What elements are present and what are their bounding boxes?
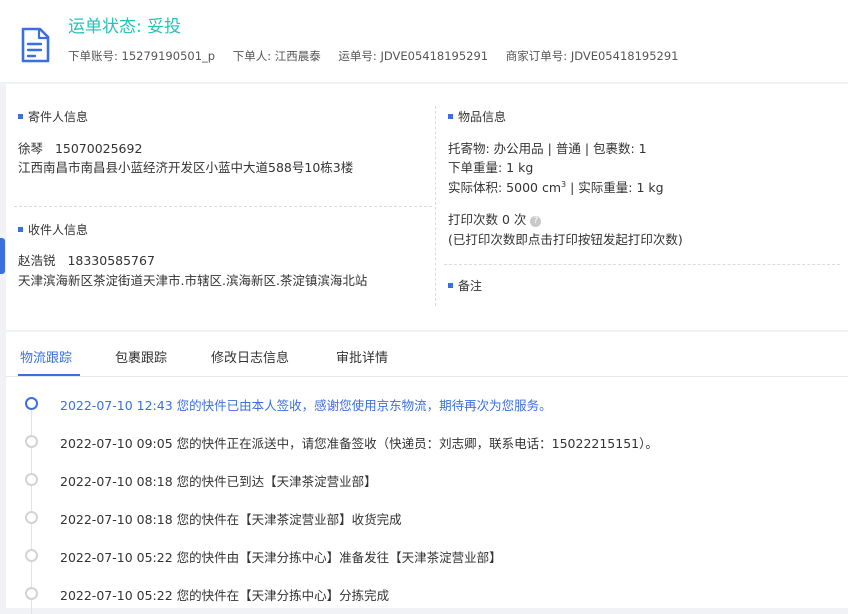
- timeline-dot: [25, 397, 38, 410]
- receiver-address: 天津滨海新区茶淀街道天津市.市辖区.滨海新区.茶淀镇滨海北站: [18, 273, 368, 288]
- tab-package-tracking[interactable]: 包裹跟踪: [115, 347, 167, 366]
- sender-phone: 15070025692: [54, 141, 143, 156]
- goods-item-line: 托寄物: 办公用品 | 普通 | 包裹数: 1: [448, 141, 647, 156]
- info-panel: 寄件人信息 徐琴 15070025692 江西南昌市南昌县小蓝经济开发区小蓝中大…: [6, 84, 848, 330]
- goods-section-title: 物品信息: [448, 108, 506, 125]
- sender-address: 江西南昌市南昌县小蓝经济开发区小蓝中大道588号10栋3楼: [18, 160, 354, 175]
- side-collapse-handle[interactable]: [0, 238, 5, 274]
- orderer-label: 下单人:: [232, 49, 272, 63]
- merchant-order-value: JDVE05418195291: [570, 49, 679, 63]
- print-note: (已打印次数即点击打印按钮发起打印次数): [448, 232, 683, 247]
- divider: [435, 106, 436, 306]
- waybill-meta: 下单账号: 15279190501_p 下单人: 江西晨泰 运单号: JDVE0…: [68, 48, 692, 64]
- tab-approval-details[interactable]: 审批详情: [336, 347, 388, 366]
- timeline-dot: [25, 435, 38, 448]
- receiver-name: 赵浩锐: [18, 253, 56, 268]
- print-count: 打印次数 0 次?: [448, 209, 542, 228]
- help-icon[interactable]: ?: [530, 216, 542, 227]
- receiver-phone: 18330585767: [67, 253, 155, 268]
- timeline-item: 2022-07-10 08:18 您的快件在【天津茶淀营业部】收货完成: [60, 512, 402, 527]
- tab-logistics-tracking[interactable]: 物流跟踪: [20, 347, 72, 366]
- account-value: 15279190501_p: [121, 49, 216, 63]
- waybill-status: 运单状态: 妥投: [68, 12, 181, 37]
- waybill-value: JDVE05418195291: [380, 49, 489, 63]
- order-weight: 下单重量: 1 kg: [448, 160, 534, 175]
- orderer-item: 下单人: 江西晨泰: [233, 49, 321, 63]
- status-label: 运单状态:: [68, 17, 148, 37]
- waybill-header: 运单状态: 妥投 下单账号: 15279190501_p 下单人: 江西晨泰 运…: [0, 0, 848, 82]
- tab-bar: 物流跟踪 包裹跟踪 修改日志信息 审批详情: [6, 332, 848, 377]
- divider: [444, 264, 840, 265]
- active-tab-indicator: [18, 374, 80, 376]
- sender-contact: 徐琴 15070025692: [18, 138, 142, 157]
- waybill-item: 运单号: JDVE05418195291: [338, 49, 488, 63]
- document-icon: [21, 27, 50, 63]
- tracking-panel: 物流跟踪 包裹跟踪 修改日志信息 审批详情 2022-07-10 12:43 您…: [6, 332, 848, 614]
- divider: [14, 206, 432, 207]
- remark-section-title: 备注: [448, 277, 482, 294]
- account-item: 下单账号: 15279190501_p: [68, 49, 215, 63]
- actual-volume-weight: 实际体积: 5000 cm3 | 实际重量: 1 kg: [448, 179, 664, 195]
- orderer-value: 江西晨泰: [274, 49, 321, 63]
- status-value: 妥投: [147, 17, 182, 37]
- merchant-order-label: 商家订单号:: [505, 49, 568, 63]
- receiver-section-title: 收件人信息: [18, 221, 88, 238]
- tab-change-log[interactable]: 修改日志信息: [211, 347, 289, 366]
- receiver-contact: 赵浩锐 18330585767: [18, 250, 155, 269]
- sender-section-title: 寄件人信息: [18, 108, 88, 125]
- timeline-item: 2022-07-10 05:22 您的快件由【天津分拣中心】准备发往【天津茶淀营…: [60, 550, 502, 565]
- timeline-dot: [25, 511, 38, 524]
- timeline-item: 2022-07-10 08:18 您的快件已到达【天津茶淀营业部】: [60, 474, 377, 489]
- timeline-dot: [25, 587, 38, 600]
- timeline-item: 2022-07-10 12:43 您的快件已由本人签收，感谢您使用京东物流，期待…: [60, 398, 552, 413]
- waybill-label: 运单号:: [338, 49, 377, 63]
- timeline-item: 2022-07-10 09:05 您的快件正在派送中，请您准备签收（快递员：刘志…: [60, 436, 658, 451]
- timeline-item: 2022-07-10 05:22 您的快件在【天津分拣中心】分拣完成: [60, 588, 390, 603]
- sender-name: 徐琴: [18, 141, 44, 156]
- merchant-order-item: 商家订单号: JDVE05418195291: [506, 49, 679, 63]
- timeline-dot: [25, 549, 38, 562]
- account-label: 下单账号:: [68, 49, 118, 63]
- timeline-dot: [25, 473, 38, 486]
